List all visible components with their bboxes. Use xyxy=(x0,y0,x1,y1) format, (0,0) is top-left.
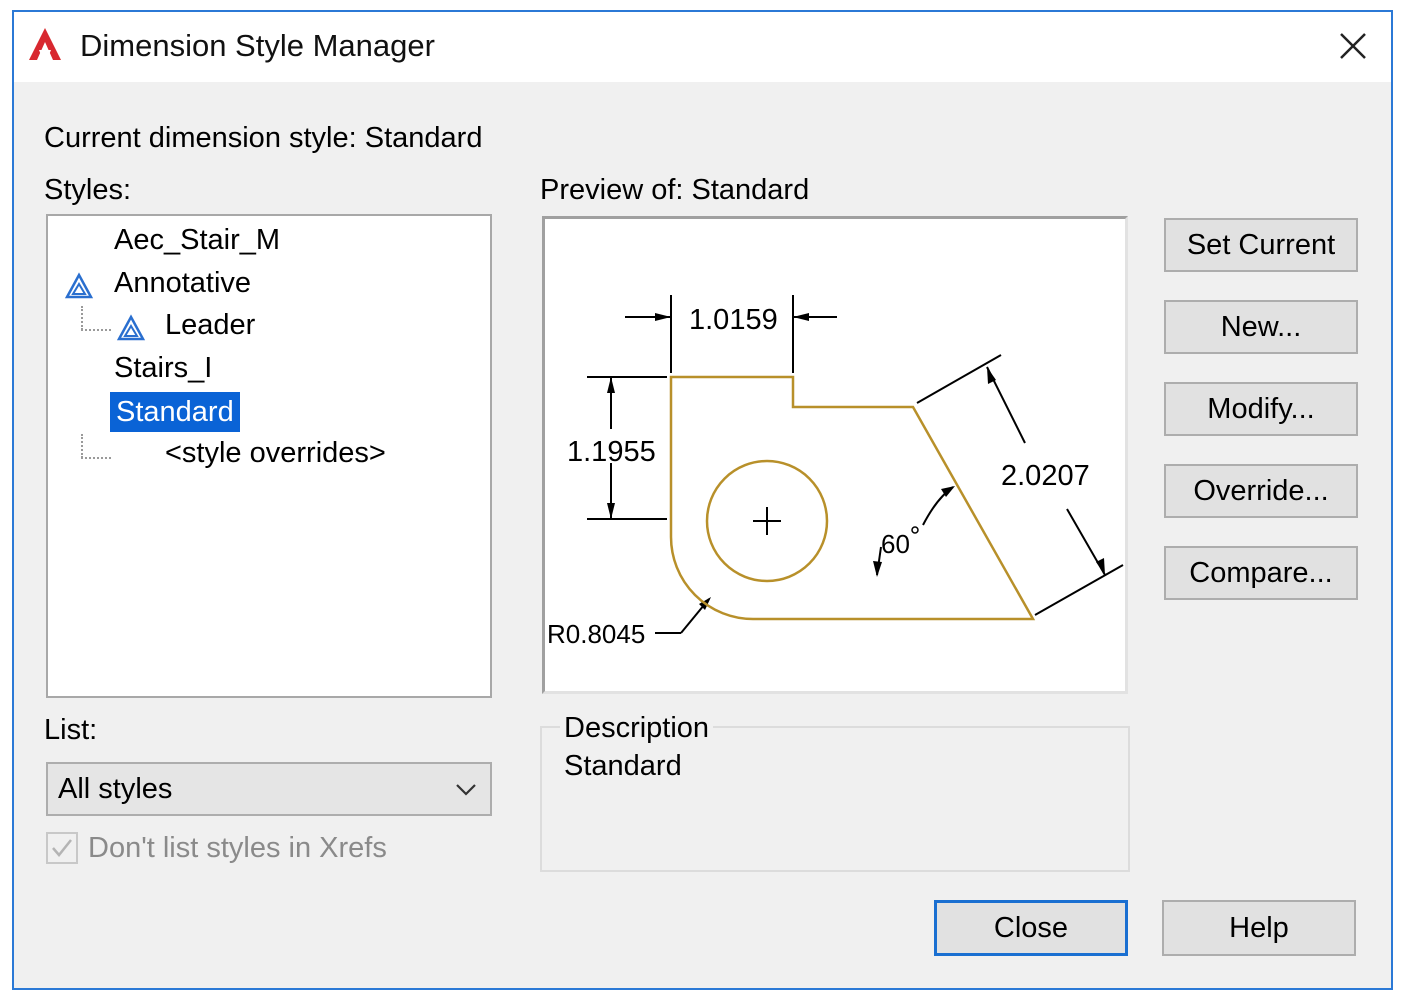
close-icon[interactable] xyxy=(1333,26,1373,66)
description-text: Standard xyxy=(564,750,682,782)
arrowhead xyxy=(873,561,882,577)
list-select-value: All styles xyxy=(58,773,173,805)
title-bar: Dimension Style Manager xyxy=(14,12,1391,82)
list-select[interactable]: All styles xyxy=(46,762,492,816)
tree-connector xyxy=(81,434,83,458)
arrowhead xyxy=(607,503,615,519)
current-style-label: Current dimension style: Standard xyxy=(44,122,483,154)
set-current-button[interactable]: Set Current xyxy=(1164,218,1358,272)
tree-item-leader[interactable]: Leader xyxy=(165,309,255,342)
annotative-icon xyxy=(64,272,94,299)
styles-label: Styles: xyxy=(44,174,132,206)
help-button[interactable]: Help xyxy=(1162,900,1356,956)
tree-connector xyxy=(81,306,83,330)
override-button[interactable]: Override... xyxy=(1164,464,1358,518)
dimension-preview-drawing: 1.0159 1.1955 2.0207 60 R0.8045 xyxy=(547,295,1124,649)
modify-button[interactable]: Modify... xyxy=(1164,382,1358,436)
preview-shape xyxy=(669,375,1036,621)
tree-item-stairs-i[interactable]: Stairs_I xyxy=(114,352,212,385)
xref-checkbox-label: Don't list styles in Xrefs xyxy=(88,832,387,864)
window-title: Dimension Style Manager xyxy=(80,28,435,63)
styles-tree[interactable]: Aec_Stair_M Annotative Leader Stairs_I S… xyxy=(46,214,492,698)
list-label: List: xyxy=(44,714,98,746)
extension-line xyxy=(1034,564,1124,616)
checkmark-icon xyxy=(52,839,72,857)
compare-button[interactable]: Compare... xyxy=(1164,546,1358,600)
angle-text: 60 xyxy=(881,529,910,559)
tree-connector xyxy=(81,457,111,459)
preview-label: Preview of: Standard xyxy=(540,174,810,206)
arrowhead xyxy=(607,377,615,393)
new-button[interactable]: New... xyxy=(1164,300,1358,354)
tree-item-standard[interactable]: Standard xyxy=(110,392,240,432)
tree-item-annotative[interactable]: Annotative xyxy=(114,267,251,300)
tree-item-aec-stair-m[interactable]: Aec_Stair_M xyxy=(114,224,280,257)
preview-pane: 1.0159 1.1955 2.0207 60 R0.8045 xyxy=(542,216,1128,694)
dimension-text-top: 1.0159 xyxy=(689,304,778,336)
dialog-window: Dimension Style Manager Current dimensio… xyxy=(12,10,1393,990)
dimension-text-left: 1.1955 xyxy=(567,436,656,468)
radius-text: R0.8045 xyxy=(547,619,645,649)
tree-connector xyxy=(81,329,111,331)
chevron-down-icon xyxy=(456,784,476,796)
dimension-text-right: 2.0207 xyxy=(1001,460,1090,492)
arrowhead xyxy=(793,313,809,321)
xref-checkbox[interactable] xyxy=(46,832,78,864)
description-title: Description xyxy=(560,712,714,745)
close-button[interactable]: Close xyxy=(934,900,1128,956)
degree-mark xyxy=(911,526,919,534)
tree-item-style-overrides[interactable]: <style overrides> xyxy=(165,437,386,470)
description-group: Description Standard xyxy=(540,712,1130,872)
autocad-logo-icon xyxy=(29,28,61,60)
arrowhead xyxy=(655,313,671,321)
annotative-icon xyxy=(116,314,146,341)
